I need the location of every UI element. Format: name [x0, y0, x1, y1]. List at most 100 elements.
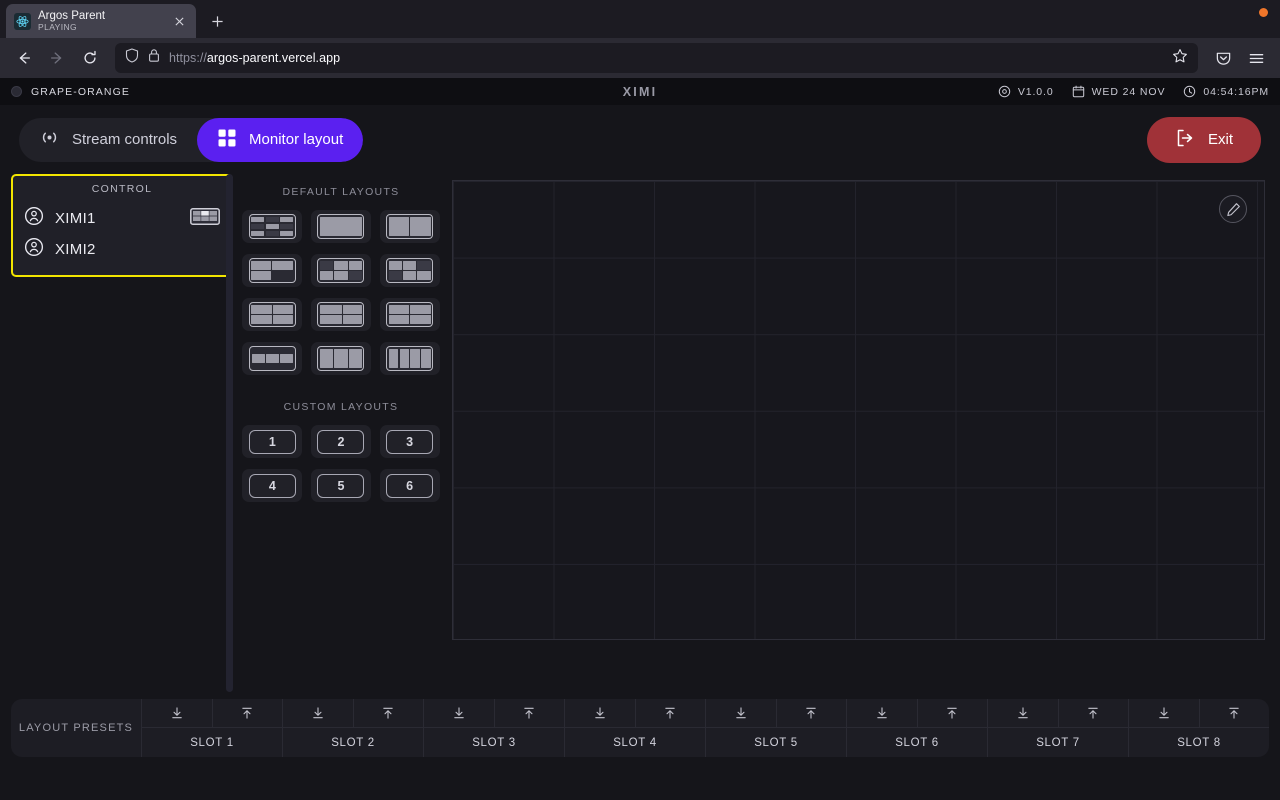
preset-slot-label[interactable]: SLOT 7: [988, 728, 1128, 757]
tab-stream-controls[interactable]: Stream controls: [19, 118, 197, 162]
custom-layout-option-6[interactable]: 6: [379, 469, 440, 502]
default-layout-option-4[interactable]: [242, 254, 303, 287]
custom-layout-label: 1: [248, 429, 296, 454]
preset-slot-1: SLOT 1: [141, 699, 282, 757]
sidebar-scrollbar[interactable]: [226, 174, 233, 692]
custom-layout-option-5[interactable]: 5: [310, 469, 371, 502]
upload-icon[interactable]: [916, 699, 987, 728]
url-bar[interactable]: https://argos-parent.vercel.app: [115, 43, 1198, 73]
download-icon[interactable]: [847, 699, 917, 728]
layout-thumbnail-cell: [251, 223, 265, 230]
tab-monitor-layout-label: Monitor layout: [249, 131, 344, 148]
close-icon[interactable]: [170, 12, 188, 30]
assigned-layout-thumbnail[interactable]: [190, 207, 220, 230]
preset-slot-label[interactable]: SLOT 3: [424, 728, 564, 757]
back-arrow-icon[interactable]: [8, 43, 39, 74]
layout-thumbnail-cell: [265, 230, 279, 237]
default-layout-option-10[interactable]: [242, 342, 303, 375]
time-indicator: 04:54:16PM: [1183, 85, 1269, 98]
layout-thumbnail: [317, 302, 365, 327]
tab-status: PLAYING: [38, 22, 78, 33]
control-item-ximi1[interactable]: XIMI1: [13, 203, 231, 234]
upload-icon[interactable]: [352, 699, 423, 728]
upload-icon[interactable]: [493, 699, 564, 728]
pencil-icon[interactable]: [1219, 195, 1247, 223]
hamburger-menu-icon[interactable]: [1241, 43, 1272, 74]
default-layout-option-5[interactable]: [310, 254, 371, 287]
preset-slot-6: SLOT 6: [846, 699, 987, 757]
star-icon[interactable]: [1172, 48, 1188, 69]
download-icon[interactable]: [142, 699, 212, 728]
download-icon[interactable]: [424, 699, 494, 728]
custom-layouts-grid: 123 456: [241, 425, 441, 502]
default-layout-option-3[interactable]: [379, 210, 440, 243]
layout-thumbnail-cell: [410, 216, 431, 237]
exit-button[interactable]: Exit: [1146, 116, 1261, 163]
custom-layout-label: 3: [386, 429, 434, 454]
layout-thumbnail-cell: [388, 271, 402, 281]
default-layout-option-1[interactable]: [242, 210, 303, 243]
reload-icon[interactable]: [74, 43, 105, 74]
download-icon[interactable]: [706, 699, 776, 728]
target-icon: [998, 85, 1011, 98]
forward-arrow-icon[interactable]: [41, 43, 72, 74]
layout-thumbnail-cell: [265, 216, 279, 223]
window-indicator-dot: [1259, 8, 1268, 17]
layout-thumbnail-cell: [280, 216, 294, 223]
layout-thumbnail: [248, 346, 296, 371]
url-scheme: https://: [169, 51, 207, 65]
custom-layout-option-1[interactable]: 1: [242, 425, 303, 458]
preset-slot-label[interactable]: SLOT 4: [565, 728, 705, 757]
preset-slot-label[interactable]: SLOT 5: [706, 728, 846, 757]
default-layout-option-2[interactable]: [310, 210, 371, 243]
preset-slot-7: SLOT 7: [987, 699, 1128, 757]
layout-thumbnail: [386, 258, 434, 283]
preset-slot-label[interactable]: SLOT 1: [142, 728, 282, 757]
version-indicator: V1.0.0: [998, 85, 1054, 98]
preset-slot-2: SLOT 2: [282, 699, 423, 757]
custom-layout-option-2[interactable]: 2: [310, 425, 371, 458]
view-tab-group: Stream controls Monitor layout: [19, 117, 364, 162]
browser-tab[interactable]: Argos Parent PLAYING: [6, 4, 196, 38]
default-layout-option-12[interactable]: [379, 342, 440, 375]
preset-slot-label[interactable]: SLOT 8: [1129, 728, 1269, 757]
layout-thumbnail: [248, 302, 296, 327]
preset-slot-list: SLOT 1 SLOT 2 SLOT 3 SLOT 4 SLOT 5 SLOT …: [141, 699, 1269, 757]
custom-layout-option-4[interactable]: 4: [242, 469, 303, 502]
layout-thumbnail-cell: [334, 271, 348, 281]
layout-thumbnail-cell: [388, 304, 409, 314]
custom-layout-option-3[interactable]: 3: [379, 425, 440, 458]
slot-action-row: [424, 699, 564, 728]
preset-slot-3: SLOT 3: [423, 699, 564, 757]
upload-icon[interactable]: [211, 699, 282, 728]
control-item-ximi2[interactable]: XIMI2: [13, 234, 231, 265]
pocket-icon[interactable]: [1208, 43, 1239, 74]
layout-thumbnail-cell: [265, 354, 279, 363]
default-layout-option-8[interactable]: [310, 298, 371, 331]
control-item-list: XIMI1 XIMI2: [13, 203, 231, 265]
custom-layout-label: 2: [317, 429, 365, 454]
default-layout-option-9[interactable]: [379, 298, 440, 331]
upload-icon[interactable]: [775, 699, 846, 728]
default-layout-option-7[interactable]: [242, 298, 303, 331]
download-icon[interactable]: [283, 699, 353, 728]
new-tab-button[interactable]: [202, 6, 232, 36]
preset-slot-label[interactable]: SLOT 6: [847, 728, 987, 757]
upload-icon[interactable]: [634, 699, 705, 728]
download-icon[interactable]: [988, 699, 1058, 728]
layout-canvas[interactable]: [452, 180, 1265, 640]
tab-monitor-layout[interactable]: Monitor layout: [197, 117, 364, 162]
upload-icon[interactable]: [1057, 699, 1128, 728]
upload-icon[interactable]: [1198, 699, 1269, 728]
download-icon[interactable]: [565, 699, 635, 728]
version-text: V1.0.0: [1017, 85, 1054, 98]
default-layout-option-6[interactable]: [379, 254, 440, 287]
default-layout-option-11[interactable]: [310, 342, 371, 375]
browser-chrome: Argos Parent PLAYING https://argos-paren…: [0, 0, 1280, 78]
tab-strip: Argos Parent PLAYING: [0, 0, 1280, 38]
preset-slot-label[interactable]: SLOT 2: [283, 728, 423, 757]
layout-thumbnail: [248, 214, 296, 239]
date-text: WED 24 NOV: [1091, 85, 1166, 98]
download-icon[interactable]: [1129, 699, 1199, 728]
layout-thumbnail-cell: [403, 271, 417, 281]
